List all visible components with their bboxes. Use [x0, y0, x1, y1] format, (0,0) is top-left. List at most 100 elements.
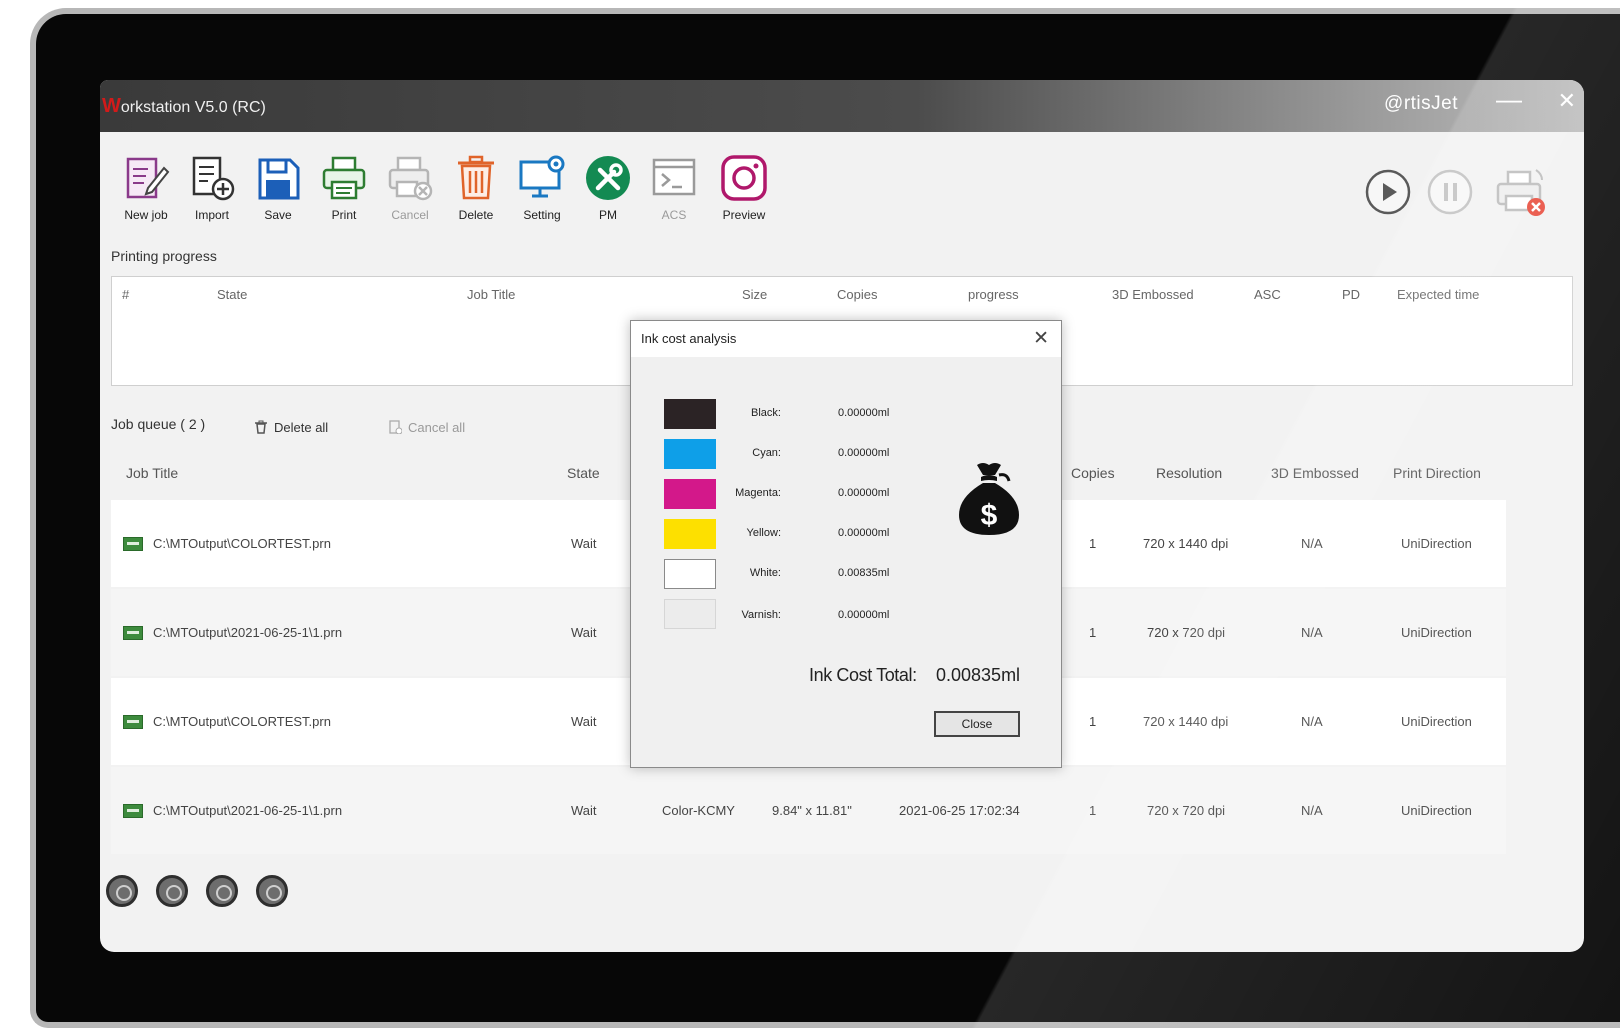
- pm-label: PM: [599, 208, 617, 222]
- column-header: Job Title: [126, 465, 179, 481]
- yellow-label: Yellow:: [746, 527, 781, 539]
- pause-icon[interactable]: [1426, 168, 1474, 216]
- cancel-all-label: Cancel all: [408, 420, 466, 435]
- svg-text:$: $: [981, 499, 998, 532]
- print-icon: [322, 156, 366, 200]
- preview-button[interactable]: Preview: [712, 154, 776, 222]
- file-icon: [123, 537, 143, 551]
- column-header: Copies: [1071, 465, 1115, 481]
- column-header: ASC: [1254, 287, 1281, 302]
- window-title: Workstation V5.0 (RC): [102, 95, 266, 118]
- dialog-close-icon[interactable]: ✕: [1033, 327, 1049, 350]
- camera-icon: [721, 155, 767, 201]
- delete-button[interactable]: Delete: [444, 154, 508, 222]
- direction-cell: UniDirection: [1401, 536, 1472, 551]
- cancel-all-button[interactable]: Cancel all: [388, 420, 465, 435]
- column-header: Expected time: [1397, 287, 1480, 302]
- acs-button[interactable]: ACS: [642, 154, 706, 222]
- column-header: PD: [1342, 287, 1361, 302]
- title-bar: Workstation V5.0 (RC) @rtisJet — ✕: [100, 80, 1584, 132]
- dialog-title-bar: Ink cost analysis ✕: [631, 321, 1061, 357]
- file-icon: [123, 804, 143, 818]
- magenta-value: 0.00000ml: [838, 487, 890, 499]
- copies-cell: 1: [1089, 714, 1097, 729]
- state-cell: Wait: [571, 714, 597, 729]
- varnish-value: 0.00000ml: [838, 609, 890, 621]
- folder-circle-icon[interactable]: [256, 875, 288, 907]
- cyan-value: 0.00000ml: [838, 447, 890, 459]
- copies-cell: 1: [1089, 803, 1097, 818]
- pm-button[interactable]: PM: [576, 154, 640, 222]
- settings-circle-icon[interactable]: [106, 875, 138, 907]
- cyan-label: Cyan:: [752, 447, 781, 459]
- table-row[interactable]: C:\MTOutput\2021-06-25-1\1.prn Wait Colo…: [111, 767, 1506, 854]
- palette-circle-icon[interactable]: [156, 875, 188, 907]
- job-title-cell: C:\MTOutput\2021-06-25-1\1.prn: [153, 803, 343, 818]
- dialog-title: Ink cost analysis: [641, 331, 737, 346]
- printing-progress-label: Printing progress: [111, 248, 217, 264]
- column-header: Copies: [837, 287, 878, 302]
- save-icon: [258, 158, 300, 200]
- varnish-label: Varnish:: [741, 609, 781, 621]
- resolution-cell: 720 x 1440 dpi: [1143, 536, 1229, 551]
- size-cell: 9.84" x 11.81": [772, 803, 852, 818]
- color-cell: Color-KCMY: [662, 803, 735, 818]
- column-header: Resolution: [1156, 465, 1223, 481]
- black-label: Black:: [751, 407, 781, 419]
- title-text: orkstation V5.0 (RC): [120, 99, 266, 116]
- column-header: progress: [968, 287, 1019, 302]
- new-job-button[interactable]: New job: [114, 154, 178, 222]
- ink-cost-dialog: Ink cost analysis ✕ Black: 0.00000ml Cya…: [630, 320, 1062, 768]
- delete-all-button[interactable]: Delete all: [254, 420, 328, 435]
- import-label: Import: [194, 208, 229, 222]
- title-logo-initial: W: [102, 95, 121, 117]
- column-header: Print Direction: [1393, 465, 1481, 481]
- resolution-cell: 720 x 1440 dpi: [1143, 714, 1229, 729]
- embossed-cell: N/A: [1301, 536, 1323, 551]
- direction-cell: UniDirection: [1401, 625, 1472, 640]
- print-label: Print: [331, 208, 357, 222]
- preview-label: Preview: [722, 208, 766, 222]
- embossed-cell: N/A: [1301, 714, 1323, 729]
- import-icon: [192, 156, 235, 201]
- direction-cell: UniDirection: [1401, 714, 1472, 729]
- minimize-button[interactable]: —: [1496, 84, 1522, 115]
- column-header: #: [122, 287, 130, 302]
- column-header: 3D Embossed: [1271, 465, 1359, 481]
- job-title-cell: C:\MTOutput\2021-06-25-1\1.prn: [153, 625, 343, 640]
- cancel-label: Cancel: [391, 208, 429, 222]
- job-title-cell: C:\MTOutput\COLORTEST.prn: [153, 536, 331, 551]
- setting-button[interactable]: Setting: [510, 154, 574, 222]
- image-circle-icon[interactable]: [206, 875, 238, 907]
- document-cancel-icon: [389, 420, 403, 435]
- white-value: 0.00835ml: [838, 567, 890, 579]
- print-button[interactable]: Print: [312, 154, 376, 222]
- brand-logo: @rtisJet: [1384, 93, 1458, 114]
- resolution-cell: 720 x 720 dpi: [1147, 625, 1226, 640]
- delete-all-label: Delete all: [274, 420, 329, 435]
- tools-icon: [586, 156, 630, 200]
- close-button[interactable]: Close: [934, 711, 1020, 737]
- column-header: State: [567, 465, 600, 481]
- trash-icon: [458, 155, 494, 200]
- save-button[interactable]: Save: [246, 154, 310, 222]
- play-icon[interactable]: [1364, 168, 1412, 216]
- printer-error-icon: [1496, 169, 1545, 216]
- save-label: Save: [264, 208, 292, 222]
- new-job-icon: [126, 157, 170, 199]
- job-title-cell: C:\MTOutput\COLORTEST.prn: [153, 714, 331, 729]
- column-header: Size: [742, 287, 768, 302]
- import-button[interactable]: Import: [180, 154, 244, 222]
- copies-cell: 1: [1089, 536, 1097, 551]
- ink-cost-total-label: Ink Cost Total:: [809, 665, 917, 685]
- embossed-cell: N/A: [1301, 625, 1323, 640]
- white-label: White:: [749, 567, 781, 579]
- acs-label: ACS: [661, 208, 687, 222]
- setting-label: Setting: [523, 208, 561, 222]
- cancel-print-button[interactable]: Cancel: [378, 154, 442, 222]
- close-window-button[interactable]: ✕: [1558, 88, 1576, 114]
- resolution-cell: 720 x 720 dpi: [1147, 803, 1226, 818]
- state-cell: Wait: [571, 625, 597, 640]
- magenta-label: Magenta:: [735, 487, 781, 499]
- ink-cost-total-value: 0.00835ml: [936, 665, 1021, 685]
